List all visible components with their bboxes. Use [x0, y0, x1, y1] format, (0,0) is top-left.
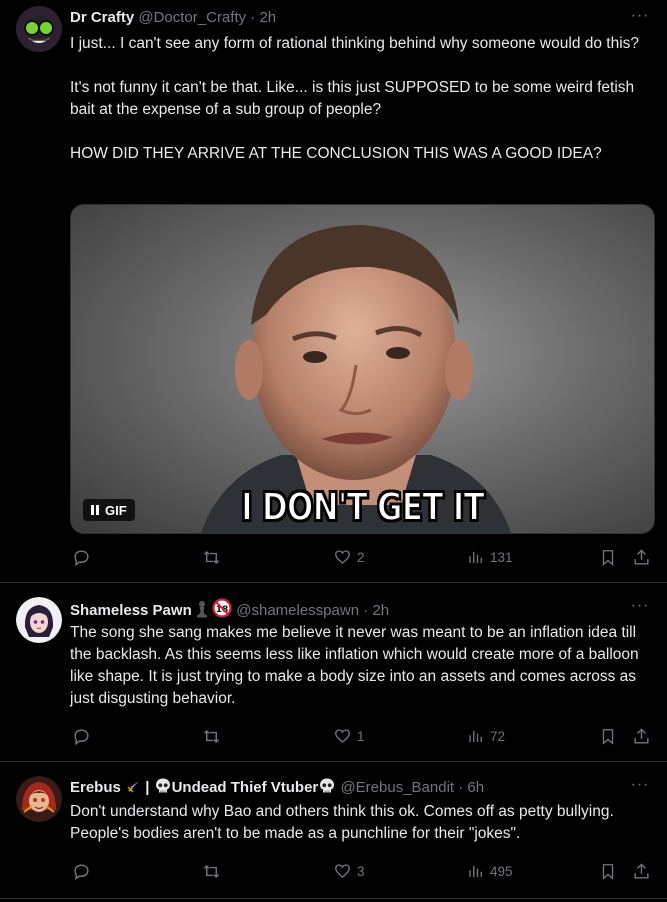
handle[interactable]: @Doctor_Crafty	[138, 9, 246, 26]
reply-icon	[74, 549, 89, 566]
bookmark-icon	[602, 549, 614, 566]
chess-pawn-icon	[196, 600, 208, 618]
repost-icon	[203, 729, 220, 743]
view-count: 72	[490, 728, 506, 744]
bookmark-icon	[602, 863, 614, 880]
repost-icon	[203, 864, 220, 878]
avatar[interactable]	[16, 6, 62, 52]
separator-dot: ·	[246, 9, 260, 26]
skull-icon	[154, 777, 172, 797]
bookmark-button[interactable]	[599, 546, 617, 568]
timeline: Dr Crafty @Doctor_Crafty · 2h ··· I just…	[0, 0, 667, 902]
tweet-header: Dr Crafty @Doctor_Crafty · 2h	[70, 8, 627, 28]
like-count: 3	[357, 863, 365, 879]
reply-icon	[74, 863, 89, 880]
gif-caption: I DON'T GET IT	[240, 484, 485, 530]
views-chart-icon	[469, 730, 482, 742]
tweet-actions: 3 495	[70, 860, 655, 882]
separator-dot: ·	[359, 602, 373, 618]
heart-icon	[335, 729, 350, 743]
share-button[interactable]	[632, 860, 651, 882]
pause-icon	[91, 505, 99, 515]
dark-haired-anime-avatar-icon	[16, 597, 62, 643]
display-name-separator: |	[145, 779, 150, 796]
dagger-icon	[125, 779, 141, 797]
tweet-actions: 1 72	[70, 725, 655, 747]
repost-button[interactable]	[201, 860, 227, 882]
18-plus-icon: 18	[212, 598, 232, 618]
share-icon	[634, 548, 649, 565]
tweet-text: Don't understand why Bao and others thin…	[70, 803, 614, 842]
skull-icon	[318, 777, 336, 797]
timestamp[interactable]: 2h	[259, 9, 276, 26]
like-button[interactable]: 2	[333, 546, 365, 568]
heart-icon	[335, 550, 350, 564]
views-button[interactable]: 131	[467, 546, 513, 568]
separator-dot: ·	[454, 779, 468, 796]
share-button[interactable]	[632, 725, 651, 747]
heart-icon	[335, 864, 350, 878]
repost-icon	[203, 550, 220, 564]
tweet-erebus[interactable]: Erebus | Undead Thief Vtuber @Erebus_Ban…	[0, 762, 667, 899]
tweet-text: The song she sang makes me believe it ne…	[70, 624, 639, 707]
share-icon	[634, 727, 649, 744]
bookmark-button[interactable]	[599, 860, 617, 882]
avatar[interactable]	[16, 776, 62, 822]
repost-button[interactable]	[201, 725, 227, 747]
views-button[interactable]: 495	[467, 860, 513, 882]
handle[interactable]: @Erebus_Bandit	[340, 779, 454, 796]
bookmark-icon	[602, 728, 614, 745]
tweet-header: Erebus | Undead Thief Vtuber @Erebus_Ban…	[70, 777, 627, 797]
views-button[interactable]: 72	[467, 725, 505, 747]
reply-button[interactable]	[72, 546, 96, 568]
like-count: 1	[357, 728, 365, 744]
share-button[interactable]	[632, 546, 651, 568]
display-name[interactable]: Erebus	[70, 779, 121, 796]
tweet-text: I just... I can't see any form of ration…	[70, 35, 640, 162]
timestamp[interactable]: 6h	[467, 779, 484, 796]
timestamp[interactable]: 2h	[372, 602, 389, 618]
gif-media[interactable]: GIF I DON'T GET IT	[70, 204, 655, 534]
red-hooded-character-avatar-icon	[16, 776, 62, 822]
reply-button[interactable]	[72, 860, 96, 882]
display-name-part: Undead Thief Vtuber	[171, 779, 319, 796]
views-chart-icon	[469, 865, 482, 877]
repost-button[interactable]	[201, 546, 227, 568]
tweet-shameless-pawn[interactable]: Shameless Pawn 18 @shamelesspawn · 2h ··…	[0, 583, 667, 762]
reply-icon	[74, 728, 89, 745]
like-button[interactable]: 1	[333, 725, 365, 747]
handle[interactable]: @shamelesspawn	[236, 602, 359, 618]
more-options-icon[interactable]: ···	[629, 8, 651, 30]
display-name[interactable]: Shameless Pawn	[70, 602, 192, 618]
avatar[interactable]	[16, 597, 62, 643]
man-confused-face-image	[201, 225, 511, 533]
more-options-icon[interactable]: ···	[629, 598, 651, 620]
share-icon	[634, 862, 649, 879]
tweet-dr-crafty[interactable]: Dr Crafty @Doctor_Crafty · 2h ··· I just…	[0, 0, 667, 583]
tweet-header: Shameless Pawn 18 @shamelesspawn · 2h	[70, 598, 627, 618]
view-count: 495	[490, 863, 513, 879]
views-chart-icon	[469, 551, 482, 563]
display-name[interactable]: Dr Crafty	[70, 9, 134, 26]
more-options-icon[interactable]: ···	[629, 777, 651, 799]
view-count: 131	[490, 549, 513, 565]
tweet-actions: 2 131	[70, 546, 655, 568]
green-goggles-character-avatar-icon	[16, 6, 62, 52]
like-count: 2	[357, 549, 365, 565]
reply-button[interactable]	[72, 725, 96, 747]
like-button[interactable]: 3	[333, 860, 365, 882]
bookmark-button[interactable]	[599, 725, 617, 747]
